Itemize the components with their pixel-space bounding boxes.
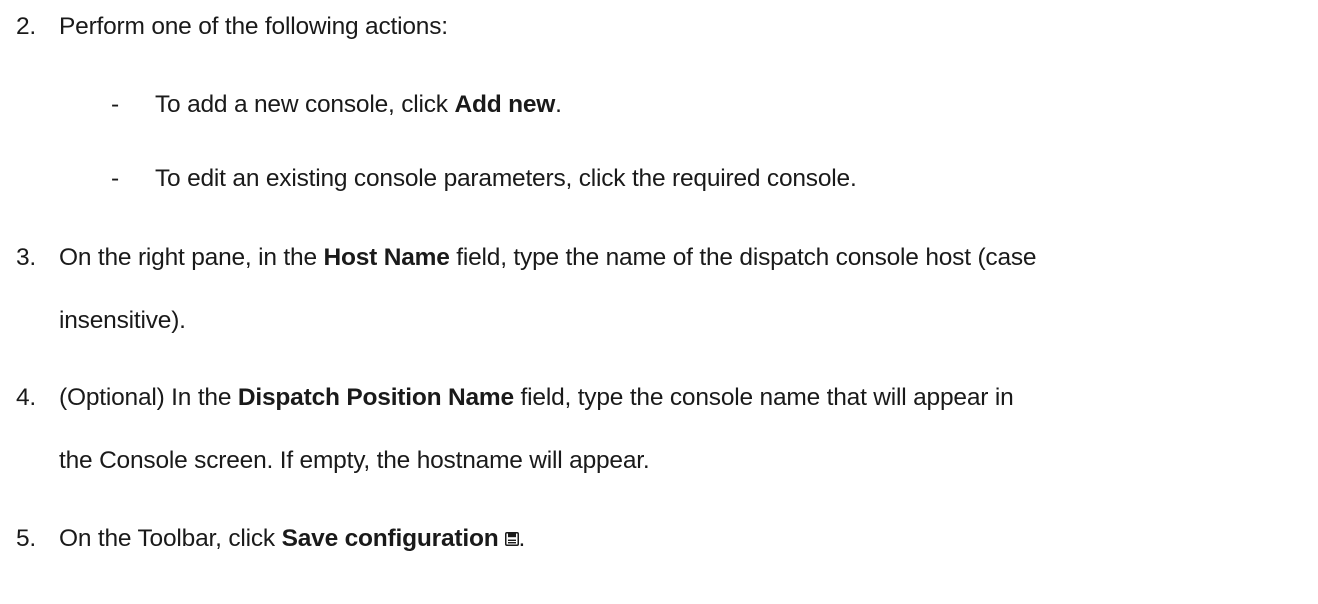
ui-term-host-name: Host Name bbox=[323, 244, 450, 271]
step-text-continued: insensitive). bbox=[59, 307, 186, 334]
ui-term-save-configuration: Save configuration bbox=[281, 525, 499, 552]
instruction-document: 2. Perform one of the following actions:… bbox=[0, 0, 1318, 604]
text-run: . bbox=[518, 525, 526, 552]
step-text: On the Toolbar, click Save configuration… bbox=[59, 524, 525, 554]
step-text: Perform one of the following actions: bbox=[59, 13, 448, 40]
ui-term-dispatch-position-name: Dispatch Position Name bbox=[237, 384, 514, 411]
text-run: field, type the name of the dispatch con… bbox=[449, 244, 1037, 271]
text-run: field, type the console name that will a… bbox=[513, 384, 1014, 411]
save-icon bbox=[504, 532, 519, 546]
ui-term-add-new: Add new bbox=[454, 91, 556, 118]
sub-item-text: To edit an existing console parameters, … bbox=[155, 165, 857, 192]
text-run: On the right pane, in the bbox=[59, 244, 324, 271]
step-number: 3. bbox=[16, 244, 37, 271]
step-number: 4. bbox=[16, 384, 37, 411]
text-run: . bbox=[555, 91, 562, 118]
step-text: (Optional) In the Dispatch Position Name… bbox=[59, 383, 1014, 413]
text-run: (Optional) In the bbox=[59, 384, 238, 411]
step-number: 2. bbox=[16, 13, 37, 40]
list-dash: - bbox=[111, 91, 119, 118]
text-run: To add a new console, click bbox=[155, 91, 455, 118]
step-text-continued: the Console screen. If empty, the hostna… bbox=[59, 447, 650, 474]
step-number: 5. bbox=[16, 525, 37, 552]
list-dash: - bbox=[111, 165, 119, 192]
text-run: On the Toolbar, click bbox=[59, 525, 282, 552]
sub-item-text: To add a new console, click Add new. bbox=[155, 90, 562, 120]
step-text: On the right pane, in the Host Name fiel… bbox=[59, 243, 1037, 273]
